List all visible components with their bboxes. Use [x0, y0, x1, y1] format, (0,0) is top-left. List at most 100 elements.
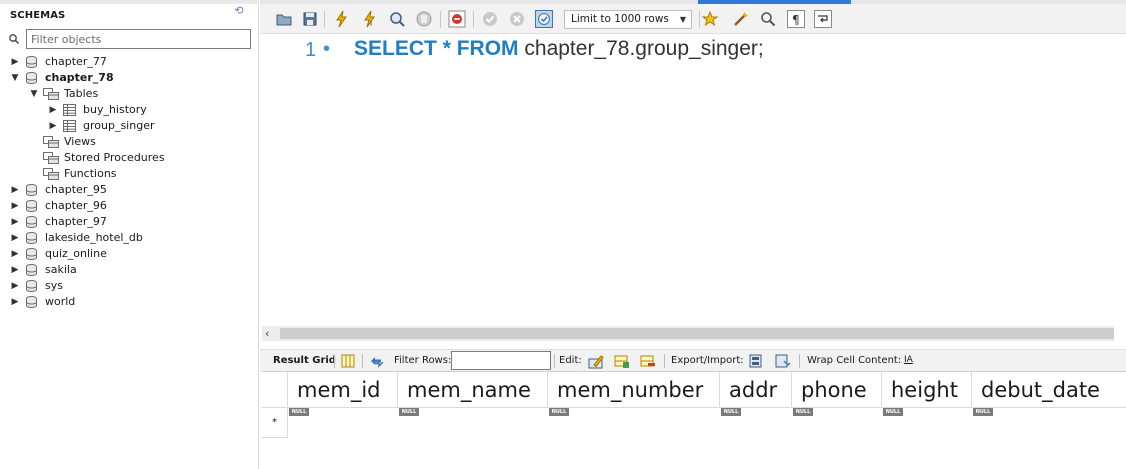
filter-rows-input[interactable]	[451, 351, 551, 370]
database-icon	[26, 232, 37, 244]
toolbar-separator	[324, 11, 325, 28]
null-value-badge[interactable]: NULL	[289, 408, 309, 416]
expand-arrow-icon[interactable]: ▶	[10, 198, 20, 214]
export-import-label: Export/Import:	[671, 355, 744, 366]
execute-icon[interactable]	[333, 10, 351, 28]
schema-item-chapter-97[interactable]: ▶ chapter_97	[0, 214, 259, 230]
refresh-results-icon[interactable]	[369, 353, 385, 369]
autocommit-icon[interactable]	[535, 10, 553, 28]
filter-objects-input[interactable]	[26, 29, 251, 49]
find-icon[interactable]	[759, 10, 777, 28]
tree-label: Functions	[64, 167, 117, 180]
database-icon	[26, 264, 37, 276]
collapse-arrow-icon[interactable]: ▼	[29, 86, 39, 102]
wrap-cell-icon[interactable]: IA	[904, 355, 913, 365]
add-row-icon[interactable]	[614, 353, 630, 369]
stop-icon[interactable]	[415, 10, 433, 28]
import-icon[interactable]	[775, 353, 791, 369]
null-value-badge[interactable]: NULL	[883, 408, 903, 416]
tree-item-views[interactable]: Views	[0, 134, 259, 150]
sql-editor[interactable]: 1 • SELECT * FROM chapter_78.group_singe…	[260, 35, 1126, 325]
tree-item-functions[interactable]: Functions	[0, 166, 259, 182]
open-folder-icon[interactable]	[275, 10, 293, 28]
null-value-badge[interactable]: NULL	[549, 408, 569, 416]
expand-arrow-icon[interactable]: ▶	[48, 102, 58, 118]
toggle-error-icon[interactable]	[448, 10, 466, 28]
null-value-badge[interactable]: NULL	[721, 408, 741, 416]
bookmark-star-icon[interactable]	[701, 10, 719, 28]
expand-arrow-icon[interactable]: ▶	[10, 214, 20, 230]
grid-view-icon[interactable]	[340, 353, 356, 369]
tree-label: group_singer	[83, 119, 155, 132]
schema-item-quiz-online[interactable]: ▶ quiz_online	[0, 246, 259, 262]
schema-item-world[interactable]: ▶ world	[0, 294, 259, 310]
expand-arrow-icon[interactable]: ▶	[10, 294, 20, 310]
folder-procedures-icon	[43, 152, 59, 164]
result-grid[interactable]: mem_id mem_name mem_number addr phone he…	[262, 371, 1126, 469]
schema-item-chapter-96[interactable]: ▶ chapter_96	[0, 198, 259, 214]
expand-arrow-icon[interactable]: ▶	[10, 246, 20, 262]
edit-row-icon[interactable]	[588, 353, 604, 369]
column-header-mem-name[interactable]: mem_name	[398, 372, 548, 408]
column-header-mem-number[interactable]: mem_number	[548, 372, 720, 408]
table-item-buy-history[interactable]: ▶ buy_history	[0, 102, 259, 118]
tree-item-stored-procedures[interactable]: Stored Procedures	[0, 150, 259, 166]
schema-item-sys[interactable]: ▶ sys	[0, 278, 259, 294]
schema-label: chapter_97	[45, 215, 107, 228]
schema-item-chapter-95[interactable]: ▶ chapter_95	[0, 182, 259, 198]
null-value-badge[interactable]: NULL	[399, 408, 419, 416]
search-icon	[9, 34, 20, 45]
refresh-schemas-icon[interactable]: ⟲	[232, 5, 246, 17]
schema-tree: ▶ chapter_77 ▼ chapter_78 ▼ Tables ▶ buy…	[0, 54, 259, 310]
collapse-arrow-icon[interactable]: ▼	[10, 70, 20, 86]
schema-label: sakila	[45, 263, 77, 276]
schema-item-sakila[interactable]: ▶ sakila	[0, 262, 259, 278]
execute-statement-icon[interactable]: I	[361, 10, 379, 28]
schema-item-chapter-78[interactable]: ▼ chapter_78	[0, 70, 259, 86]
folder-functions-icon	[43, 168, 59, 180]
column-header-mem-id[interactable]: mem_id	[288, 372, 398, 408]
save-icon[interactable]	[301, 10, 319, 28]
folder-tables-icon	[43, 88, 59, 100]
expand-arrow-icon[interactable]: ▶	[10, 278, 20, 294]
wrap-lines-icon[interactable]	[814, 10, 832, 28]
limit-rows-select[interactable]: Limit to 1000 rows ▼	[564, 10, 692, 29]
schema-item-lakeside-hotel-db[interactable]: ▶ lakeside_hotel_db	[0, 230, 259, 246]
column-header-phone[interactable]: phone	[792, 372, 882, 408]
delete-row-icon[interactable]	[640, 353, 656, 369]
toolbar-separator	[334, 354, 335, 368]
null-value-badge[interactable]: NULL	[793, 408, 813, 416]
editor-horizontal-scrollbar[interactable]: ‹	[262, 326, 1114, 341]
toolbar-separator	[554, 354, 555, 368]
toolbar-separator	[664, 354, 665, 368]
tree-item-tables[interactable]: ▼ Tables	[0, 86, 259, 102]
result-grid-tab[interactable]: Result Grid	[273, 355, 336, 366]
explain-icon[interactable]	[388, 10, 406, 28]
scroll-left-icon[interactable]: ‹	[265, 326, 269, 341]
scrollbar-thumb[interactable]	[280, 328, 1114, 339]
expand-arrow-icon[interactable]: ▶	[10, 262, 20, 278]
line-number: 1	[305, 39, 317, 61]
schema-label: chapter_96	[45, 199, 107, 212]
expand-arrow-icon[interactable]: ▶	[10, 54, 20, 70]
panel-splitter[interactable]	[260, 341, 1126, 349]
rollback-icon[interactable]	[508, 10, 526, 28]
table-item-group-singer[interactable]: ▶ group_singer	[0, 118, 259, 134]
expand-arrow-icon[interactable]: ▶	[10, 230, 20, 246]
grid-corner[interactable]	[262, 372, 288, 408]
column-header-height[interactable]: height	[882, 372, 972, 408]
export-icon[interactable]	[749, 353, 765, 369]
column-header-debut-date[interactable]: debut_date	[972, 372, 1116, 408]
null-value-badge[interactable]: NULL	[973, 408, 993, 416]
beautify-icon[interactable]	[732, 10, 750, 28]
column-header-addr[interactable]: addr	[720, 372, 792, 408]
tree-label: buy_history	[83, 103, 147, 116]
expand-arrow-icon[interactable]: ▶	[48, 118, 58, 134]
expand-arrow-icon[interactable]: ▶	[10, 182, 20, 198]
new-row-marker[interactable]: *	[262, 408, 288, 438]
commit-icon[interactable]	[481, 10, 499, 28]
schema-item-chapter-77[interactable]: ▶ chapter_77	[0, 54, 259, 70]
invisible-chars-icon[interactable]: ¶	[787, 10, 805, 28]
keyword-select: SELECT	[354, 37, 437, 60]
sql-statement[interactable]: SELECT * FROM chapter_78.group_singer;	[354, 37, 764, 61]
